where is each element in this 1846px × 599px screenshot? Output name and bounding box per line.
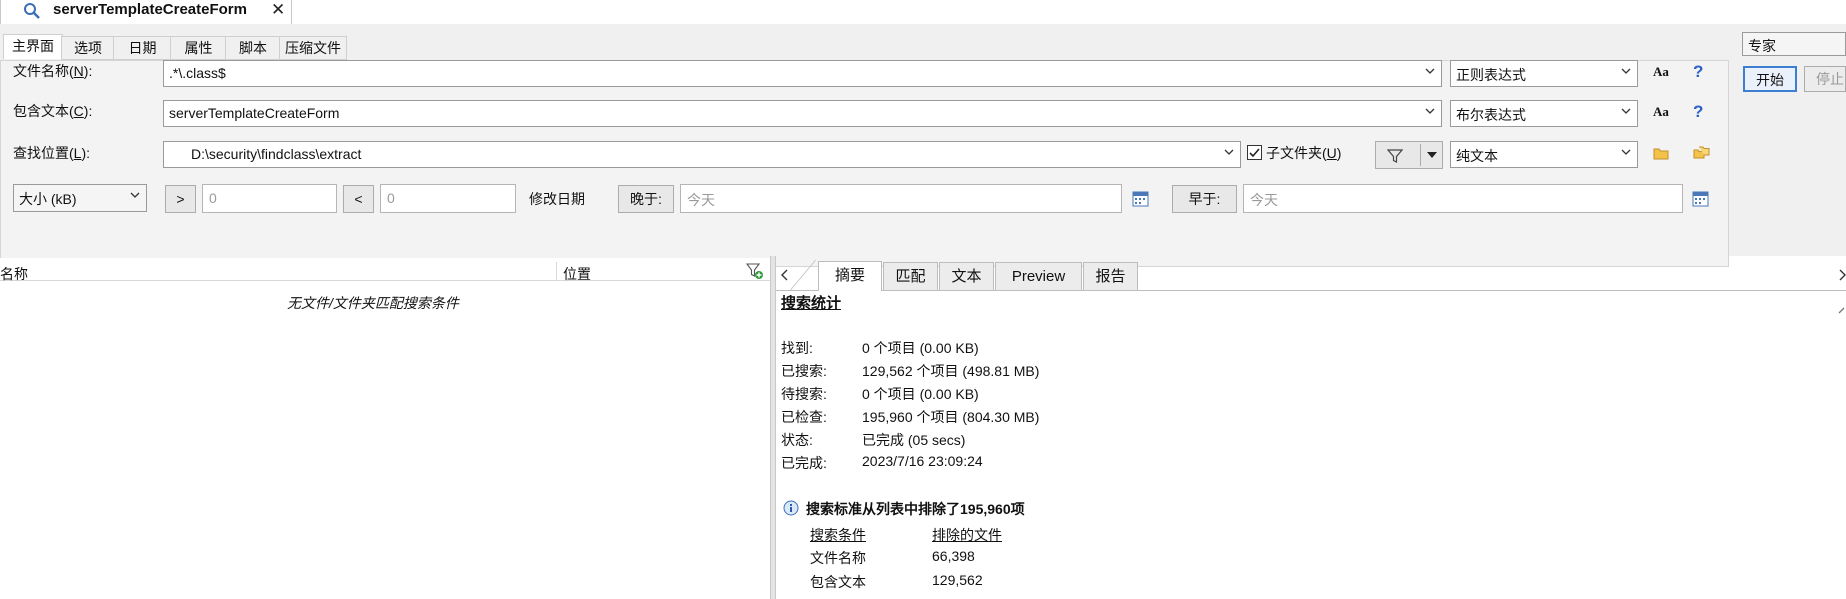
match-case-icon[interactable]: Aa — [1653, 104, 1669, 120]
tab-summary[interactable]: 摘要 — [818, 261, 882, 291]
subfolder-label[interactable]: 子文件夹(U) — [1266, 143, 1341, 163]
chevron-down-icon[interactable] — [1224, 147, 1234, 157]
size-less-button[interactable]: < — [343, 185, 374, 213]
excluded-criterion: 包含文本 — [810, 574, 866, 590]
stat-label: 已检查: — [781, 409, 827, 425]
document-tab[interactable]: serverTemplateCreateForm ✕ — [0, 0, 292, 24]
tab-text[interactable]: 文本 — [939, 262, 994, 290]
size-max-input[interactable]: 0 — [380, 184, 516, 213]
date-after-input[interactable]: 今天 — [680, 184, 1122, 213]
column-name[interactable]: 名称 — [0, 264, 28, 284]
excluded-count: 66,398 — [932, 548, 975, 564]
document-tab-strip: serverTemplateCreateForm ✕ — [0, 0, 1846, 25]
main-options-area: 文件名称(N): .*\.class$ 正则表达式 Aa ? 包含文本(C): … — [0, 60, 1729, 267]
stop-button[interactable]: 停止 — [1804, 66, 1846, 92]
filter-add-icon[interactable] — [746, 263, 764, 280]
filter-icon — [1387, 149, 1403, 163]
stat-value: 2023/7/16 23:09:24 — [862, 453, 983, 469]
chevron-down-icon — [1427, 152, 1437, 158]
folder-open-icon[interactable] — [1653, 146, 1670, 161]
close-icon[interactable]: ✕ — [271, 0, 285, 20]
subfolder-checkbox[interactable] — [1247, 145, 1262, 160]
tab-attributes[interactable]: 属性 — [170, 36, 227, 60]
stat-label: 待搜索: — [781, 386, 827, 402]
modified-date-label: 修改日期 — [529, 191, 585, 207]
scroll-up-icon[interactable] — [1838, 306, 1846, 316]
tab-archive[interactable]: 压缩文件 — [279, 36, 347, 60]
stat-label: 找到: — [781, 340, 813, 356]
empty-results-message: 无文件/文件夹匹配搜索条件 — [287, 295, 459, 311]
date-before-input[interactable]: 今天 — [1243, 184, 1683, 213]
criteria-header: 搜索条件 — [810, 527, 866, 543]
filter-dropdown-button[interactable] — [1375, 141, 1443, 169]
start-button[interactable]: 开始 — [1743, 66, 1797, 92]
document-tab-title: serverTemplateCreateForm — [53, 1, 247, 18]
tab-script[interactable]: 脚本 — [225, 36, 281, 60]
chevron-down-icon[interactable] — [1425, 106, 1435, 116]
tab-date[interactable]: 日期 — [113, 36, 172, 60]
stat-label: 已搜索: — [781, 363, 827, 379]
filename-label: 文件名称(N): — [13, 63, 93, 79]
pane-splitter[interactable] — [770, 256, 776, 599]
chevron-left-icon[interactable] — [781, 269, 789, 281]
column-location[interactable]: 位置 — [563, 264, 591, 284]
search-panel: 主界面 选项 日期 属性 脚本 压缩文件 文件名称(N): .*\.class$… — [0, 24, 1846, 267]
filename-input[interactable]: .*\.class$ — [163, 60, 1442, 87]
excluded-count: 129,562 — [932, 572, 983, 588]
date-before-button[interactable]: 早于: — [1172, 185, 1237, 213]
excluded-criterion: 文件名称 — [810, 550, 866, 566]
size-min-input[interactable]: 0 — [202, 184, 337, 213]
tab-matches[interactable]: 匹配 — [883, 262, 938, 290]
size-unit-select[interactable]: 大小 (kB) — [13, 184, 147, 212]
tab-main[interactable]: 主界面 — [3, 34, 63, 59]
calendar-icon[interactable] — [1692, 190, 1709, 207]
excluded-title: 搜索标准从列表中排除了195,960项 — [806, 501, 1025, 517]
chevron-down-icon[interactable] — [130, 190, 140, 200]
filename-mode-select[interactable]: 正则表达式 — [1450, 60, 1638, 87]
help-icon[interactable]: ? — [1693, 102, 1703, 122]
date-after-button[interactable]: 晚于: — [618, 185, 674, 213]
stat-value: 0 个项目 (0.00 KB) — [862, 386, 979, 402]
chevron-down-icon[interactable] — [1621, 147, 1631, 157]
stat-value: 195,960 个项目 (804.30 MB) — [862, 409, 1040, 425]
mode-select[interactable]: 专家 — [1742, 32, 1846, 56]
stat-value: 已完成 (05 secs) — [862, 432, 966, 448]
contains-text-input[interactable]: serverTemplateCreateForm — [163, 100, 1442, 127]
location-mode-select[interactable]: 纯文本 — [1450, 141, 1638, 168]
calendar-icon[interactable] — [1132, 190, 1149, 207]
contains-mode-select[interactable]: 布尔表达式 — [1450, 100, 1638, 127]
stat-label: 已完成: — [781, 455, 827, 471]
chevron-down-icon[interactable] — [1425, 66, 1435, 76]
chevron-down-icon[interactable] — [1621, 66, 1631, 76]
stat-value: 129,562 个项目 (498.81 MB) — [862, 363, 1040, 379]
detail-tabs: 摘要 匹配 文本 Preview 报告 — [776, 258, 1846, 291]
summary-heading: 搜索统计 — [781, 295, 842, 312]
size-greater-button[interactable]: > — [165, 185, 196, 213]
results-header: 名称 位置 — [0, 258, 770, 284]
stat-label: 状态: — [781, 432, 813, 448]
tab-report[interactable]: 报告 — [1083, 262, 1138, 290]
stat-value: 0 个项目 (0.00 KB) — [862, 340, 979, 356]
tab-options[interactable]: 选项 — [61, 36, 115, 60]
location-label: 查找位置(L): — [13, 145, 91, 161]
help-icon[interactable]: ? — [1693, 62, 1703, 82]
match-case-icon[interactable]: Aa — [1653, 64, 1669, 80]
contains-label: 包含文本(C): — [13, 103, 93, 119]
search-icon — [24, 3, 40, 19]
excluded-header: 排除的文件 — [932, 527, 1002, 543]
tab-preview[interactable]: Preview — [995, 262, 1082, 290]
location-input[interactable]: D:\security\findclass\extract — [163, 141, 1241, 168]
chevron-down-icon[interactable] — [1621, 106, 1631, 116]
chevron-right-icon[interactable] — [1839, 269, 1846, 281]
folders-icon[interactable] — [1693, 145, 1710, 162]
checkmark-icon — [1249, 148, 1260, 158]
info-icon — [783, 500, 799, 516]
